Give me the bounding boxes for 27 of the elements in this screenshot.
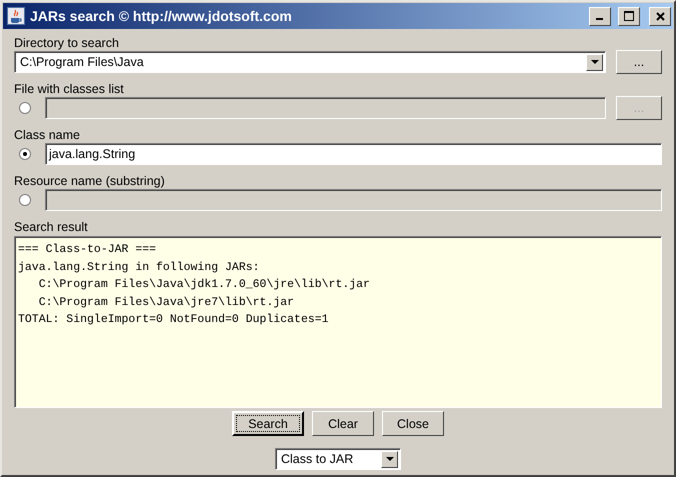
result-line: TOTAL: SingleImport=0 NotFound=0 Duplicates=1 [18,312,330,328]
field-label: Search result [14,219,89,235]
result-line: C:\Program Files\Java\jre7\lib\rt.jar [38,294,296,310]
result-line: === Class-to-JAR === [18,242,158,258]
caret-icon [590,60,598,64]
action-button[interactable]: Search [232,411,304,436]
mode-dropdown[interactable]: Class to JAR [275,448,401,470]
input-field[interactable]: java.lang.String [45,143,662,165]
minimize-button[interactable] [589,6,611,26]
java-cup-icon [7,7,25,25]
directory-dropdown[interactable]: C:\Program Files\Java [14,51,606,73]
field-label: Directory to search [14,35,120,51]
close-button[interactable] [649,6,671,26]
browse-button[interactable]: ... [616,50,662,74]
close-icon [656,12,664,20]
field-label: Class name [14,127,81,143]
action-button[interactable]: Close [382,411,444,436]
field-label: Resource name (substring) [14,173,166,189]
radio-button[interactable] [18,148,30,160]
result-line: C:\Program Files\Java\jdk1.7.0_60\jre\lib\rt.jar [38,277,371,293]
maximize-button[interactable] [618,6,640,26]
field-label: File with classes list [14,81,125,97]
caret-icon [386,457,394,461]
action-button[interactable]: Clear [312,411,374,436]
window-title: JARs search © http://www.jdotsoft.com [30,8,293,24]
maximize-icon [624,11,634,21]
result-line: java.lang.String in following JARs: [18,260,261,276]
